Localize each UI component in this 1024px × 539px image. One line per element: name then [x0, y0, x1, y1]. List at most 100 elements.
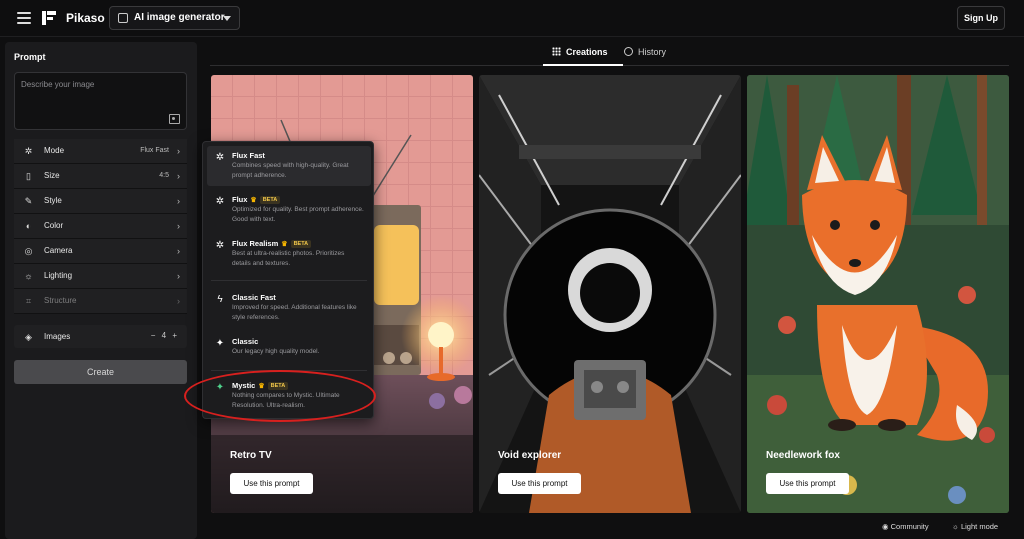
option-description: Combines speed with high-quality. Great …	[232, 162, 349, 179]
option-name: Flux Realism ♛ BETA	[232, 239, 312, 248]
size-icon: ▯	[26, 171, 31, 181]
dropdown-divider	[211, 280, 367, 281]
option-description: Optimized for quality. Best prompt adher…	[232, 206, 364, 223]
images-stepper[interactable]: − 4 +	[151, 331, 179, 340]
beta-badge: BETA	[267, 382, 289, 390]
setting-style[interactable]: ✎ Style ›	[14, 189, 187, 214]
setting-color[interactable]: ◐ Color ›	[14, 214, 187, 239]
prompt-panel: Prompt Describe your image ✲ Mode Flux F…	[5, 42, 197, 539]
chevron-right-icon: ›	[177, 171, 180, 181]
tab-creations[interactable]: Creations	[552, 47, 608, 57]
chevron-right-icon: ›	[177, 246, 180, 256]
history-icon	[624, 47, 633, 56]
setting-camera[interactable]: ◎ Camera ›	[14, 239, 187, 264]
setting-lighting[interactable]: ☼ Lighting ›	[14, 264, 187, 289]
prompt-title: Prompt	[14, 52, 46, 62]
chevron-right-icon: ›	[177, 196, 180, 206]
option-description: Nothing compares to Mystic. Ultimate Res…	[232, 392, 340, 409]
option-name-text: Classic	[232, 337, 259, 346]
setting-value: Flux Fast	[140, 147, 169, 154]
void-explorer-image	[479, 75, 741, 513]
chip-icon: ✲	[215, 152, 225, 163]
option-name: Flux ♛ BETA	[232, 195, 281, 204]
brand-name[interactable]: Pikaso	[66, 11, 105, 25]
chevron-right-icon: ›	[177, 146, 180, 156]
tab-history[interactable]: History	[624, 47, 666, 57]
option-description: Improved for speed. Additional features …	[232, 304, 357, 321]
community-link[interactable]: ◉ Community	[882, 522, 929, 531]
mode-option-classic[interactable]: ✦ Classic Our legacy high quality model.	[207, 332, 371, 372]
top-bar: Pikaso AI image generator Sign Up	[0, 0, 1024, 37]
use-prompt-button[interactable]: Use this prompt	[766, 473, 849, 494]
tool-selector[interactable]: AI image generator	[109, 6, 240, 30]
image-tool-icon	[118, 13, 128, 23]
setting-mode[interactable]: ✲ Mode Flux Fast ›	[14, 139, 187, 164]
image-reference-icon[interactable]	[169, 114, 180, 124]
crown-icon: ♛	[281, 241, 288, 248]
example-card-needlework-fox: Needlework fox Use this prompt	[747, 75, 1009, 513]
decrement-button[interactable]: −	[151, 331, 158, 340]
setting-structure[interactable]: ⌗ Structure ›	[14, 289, 187, 314]
crown-icon: ♛	[250, 197, 257, 204]
community-label: Community	[890, 522, 929, 531]
sign-up-button[interactable]: Sign Up	[957, 6, 1005, 30]
mode-option-mystic[interactable]: ✦ Mystic ♛ BETA Nothing compares to Mystic…	[207, 376, 371, 416]
menu-icon[interactable]	[17, 12, 31, 24]
setting-label: Mode	[44, 146, 65, 155]
mode-option-flux[interactable]: ✲ Flux ♛ BETA Optimized for quality. Best …	[207, 190, 371, 230]
light-mode-toggle[interactable]: ☼ Light mode	[952, 522, 998, 531]
grid-icon	[552, 47, 561, 56]
increment-button[interactable]: +	[172, 331, 179, 340]
images-label: Images	[44, 332, 71, 341]
mode-icon: ✲	[24, 146, 33, 156]
lighting-icon: ☼	[24, 271, 33, 281]
setting-label: Camera	[44, 246, 73, 255]
setting-size[interactable]: ▯ Size 4:5 ›	[14, 164, 187, 189]
example-card-void-explorer: Void explorer Use this prompt	[479, 75, 741, 513]
create-button[interactable]: Create	[14, 360, 187, 384]
structure-icon: ⌗	[25, 296, 32, 306]
use-prompt-button[interactable]: Use this prompt	[230, 473, 313, 494]
layers-icon: ◈	[25, 332, 32, 342]
mode-option-flux-fast[interactable]: ✲ Flux Fast Combines speed with high-qua…	[207, 146, 371, 186]
discord-icon: ◉	[882, 522, 891, 531]
option-name-text: Flux Fast	[232, 151, 265, 160]
beta-badge: BETA	[259, 196, 281, 204]
needlework-fox-image	[747, 75, 1009, 513]
settings-list: ✲ Mode Flux Fast › ▯ Size 4:5 › ✎ Style …	[14, 139, 187, 314]
option-name-text: Flux	[232, 195, 248, 204]
option-description: Our legacy high quality model.	[232, 348, 320, 355]
card-title: Void explorer	[498, 450, 562, 461]
option-name: Flux Fast	[232, 151, 265, 160]
prompt-input[interactable]: Describe your image	[14, 72, 187, 130]
light-mode-label: Light mode	[960, 522, 999, 531]
setting-label: Style	[44, 196, 62, 205]
view-tabs: Creations History	[210, 42, 1009, 66]
option-description: Best at ultra-realistic photos. Prioriti…	[232, 250, 345, 267]
chip-icon: ✲	[215, 240, 225, 251]
images-count: 4	[161, 331, 169, 340]
sun-icon: ☼	[952, 522, 961, 531]
tool-selector-label: AI image generator	[134, 12, 225, 23]
setting-label: Size	[44, 171, 60, 180]
crown-icon: ♛	[258, 383, 265, 390]
option-name-text: Mystic	[232, 381, 256, 390]
mode-option-flux-realism[interactable]: ✲ Flux Realism ♛ BETA Best at ultra-realis…	[207, 234, 371, 274]
tab-label: History	[638, 47, 667, 57]
option-name: Classic Fast	[232, 293, 276, 302]
logo-icon[interactable]	[42, 11, 56, 25]
option-name-text: Flux Realism	[232, 239, 279, 248]
style-icon: ✎	[24, 196, 33, 206]
mode-option-classic-fast[interactable]: ϟ Classic Fast Improved for speed. Addit…	[207, 288, 371, 328]
setting-label: Structure	[44, 296, 77, 305]
use-prompt-button[interactable]: Use this prompt	[498, 473, 581, 494]
card-title: Needlework fox	[766, 450, 840, 461]
chevron-right-icon: ›	[177, 221, 180, 231]
beta-badge: BETA	[290, 240, 312, 248]
color-icon: ◐	[25, 221, 32, 231]
chevron-right-icon: ›	[177, 271, 180, 281]
option-name-text: Classic Fast	[232, 293, 276, 302]
images-count-row: ◈ Images − 4 +	[14, 325, 187, 348]
dropdown-divider	[211, 370, 367, 371]
bolt-icon: ϟ	[217, 294, 223, 305]
